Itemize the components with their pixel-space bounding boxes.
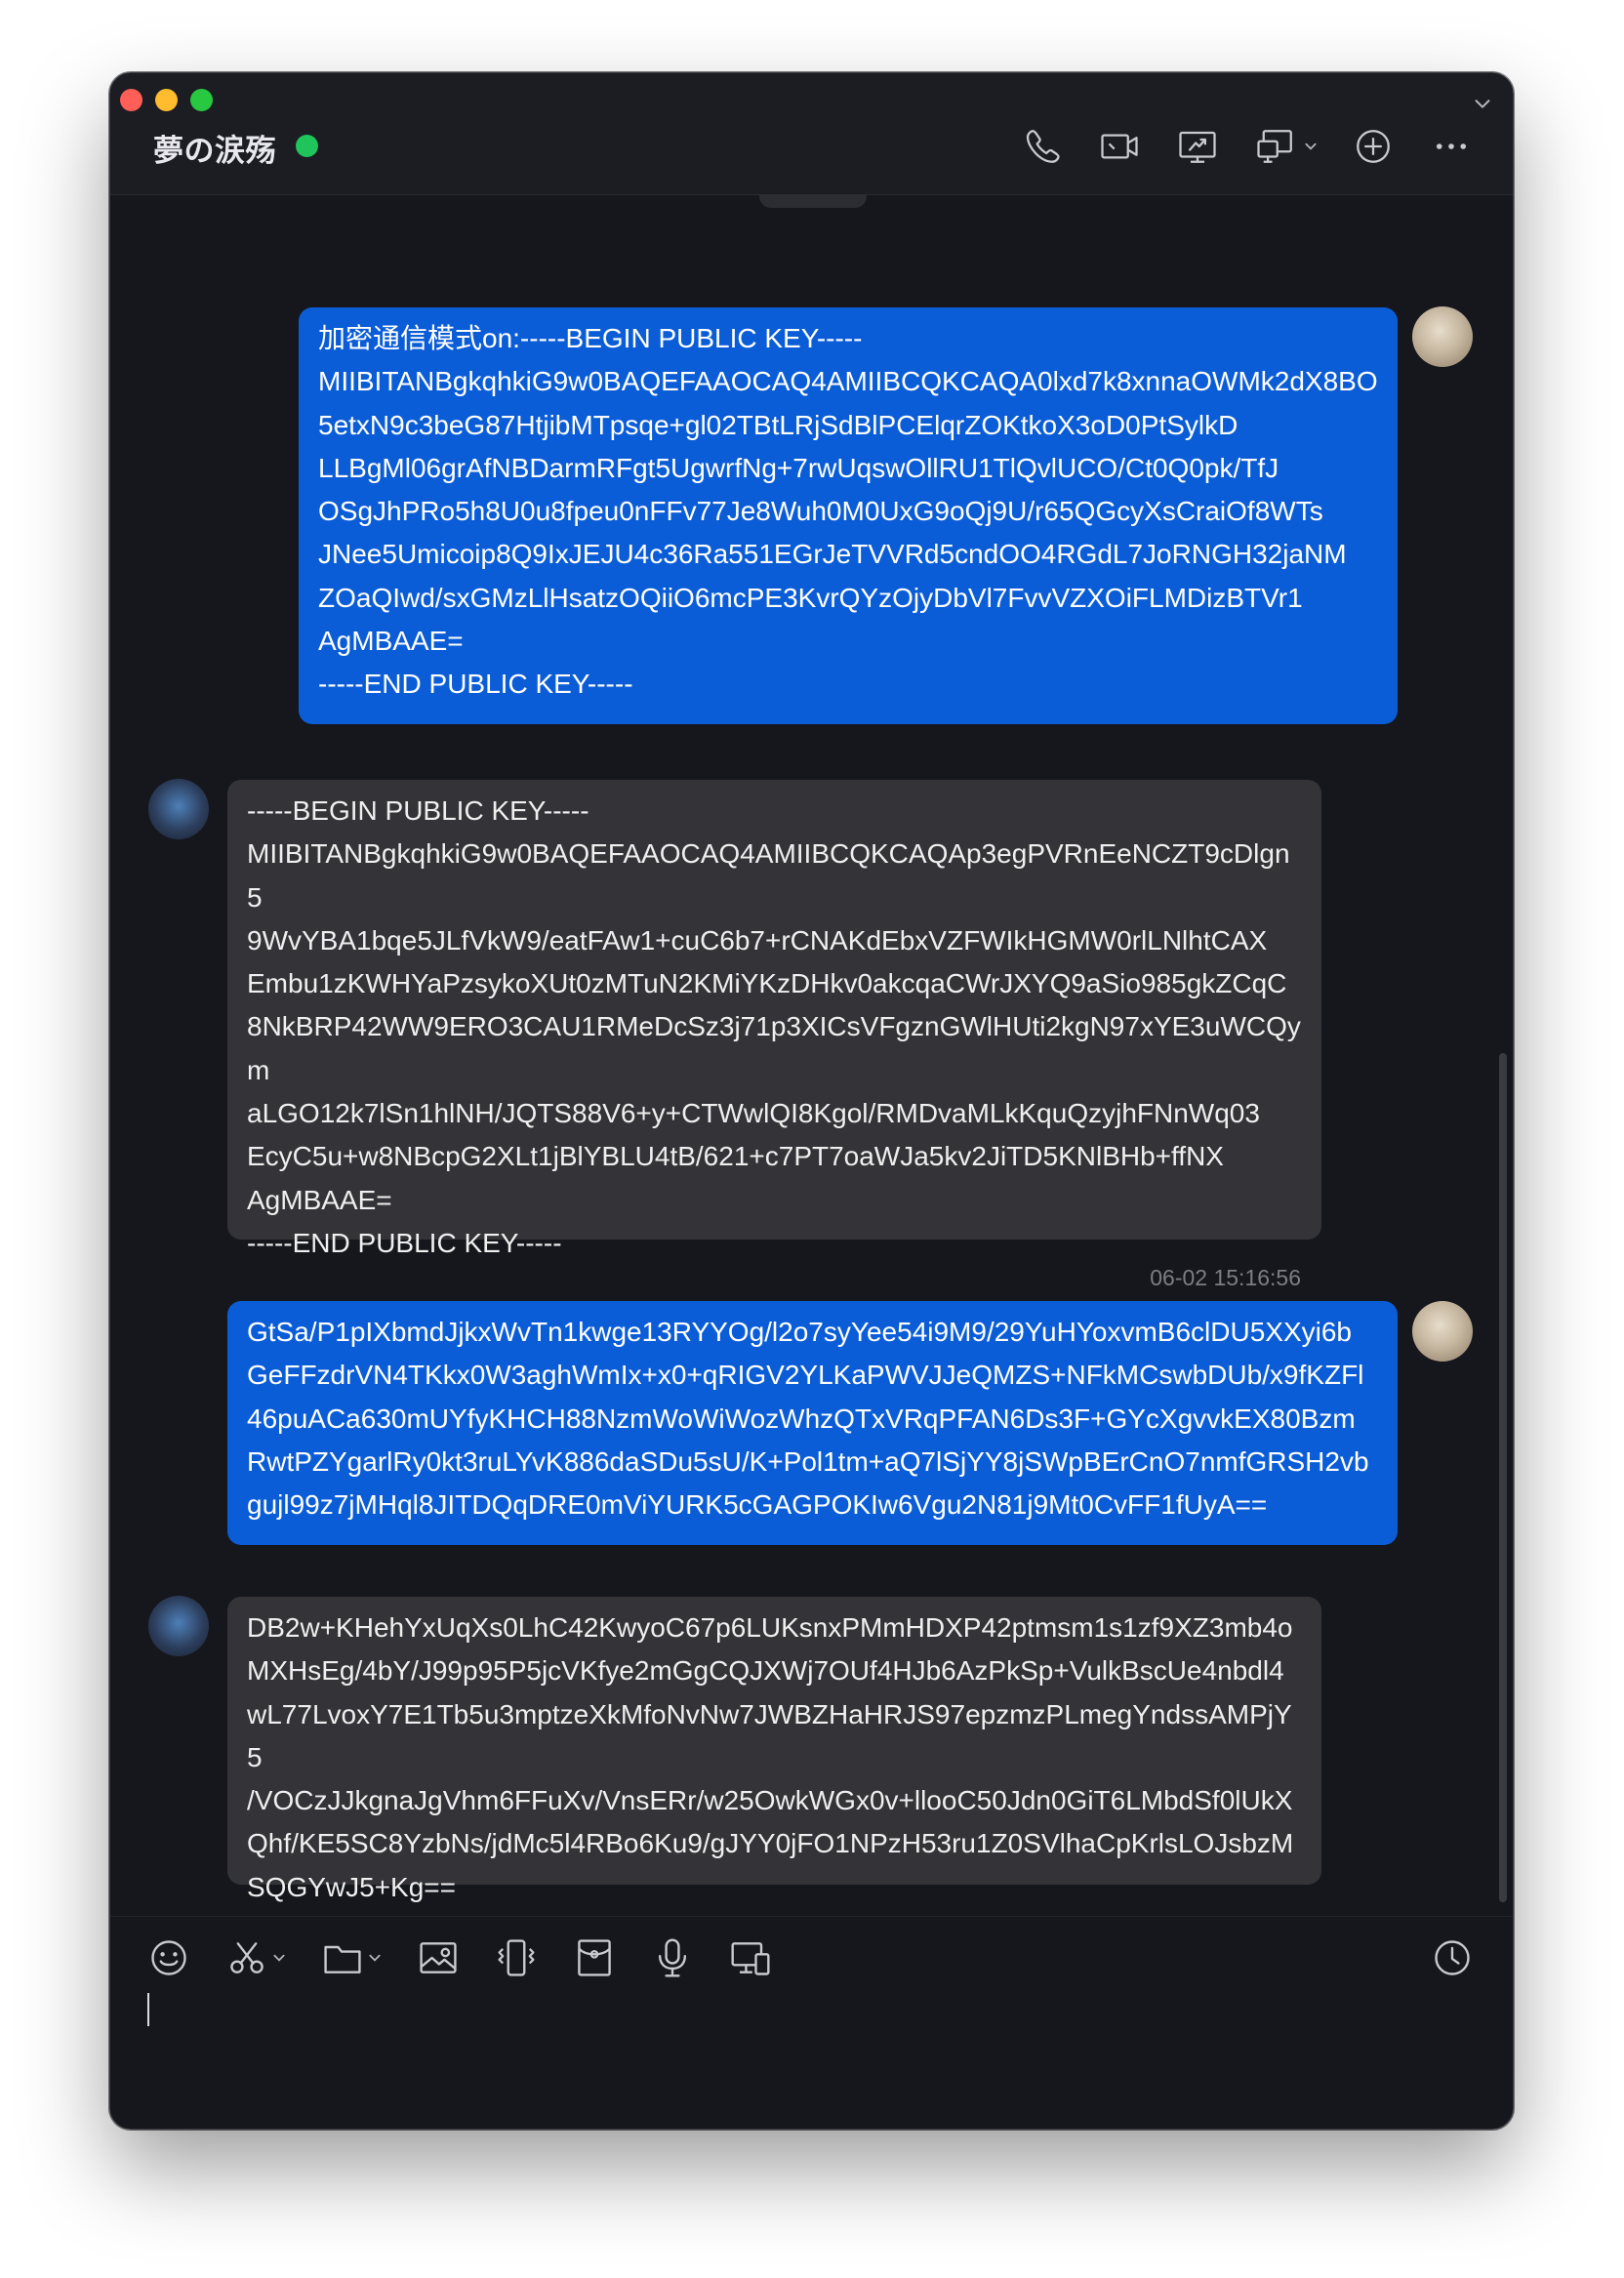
chat-toolbar xyxy=(1019,124,1474,169)
more-options-button[interactable] xyxy=(1429,124,1474,169)
clock-icon xyxy=(1435,1940,1470,1975)
remote-assist-button[interactable] xyxy=(1253,124,1298,169)
earlier-message-stub xyxy=(759,194,867,208)
red-packet-icon xyxy=(578,1939,611,1976)
avatar[interactable] xyxy=(148,1596,209,1656)
contact-name: 夢の涙殇 xyxy=(153,134,276,168)
scrollbar[interactable] xyxy=(1499,1053,1507,1902)
message-bubble-outgoing[interactable]: GtSa/P1pIXbmdJjkxWvTn1kwge13RYYOg/l2o7sy… xyxy=(227,1301,1398,1545)
text-cursor[interactable] xyxy=(147,1993,149,2026)
chevron-down-icon[interactable] xyxy=(1304,140,1318,153)
emoji-button[interactable] xyxy=(147,1936,190,1979)
folder-icon xyxy=(324,1945,361,1973)
message-bubble-outgoing[interactable]: 加密通信模式on:-----BEGIN PUBLIC KEY----- MIIB… xyxy=(299,307,1398,724)
phone-icon xyxy=(1026,130,1060,163)
message-input-area[interactable] xyxy=(110,1916,1513,2129)
image-icon xyxy=(420,1942,457,1973)
minimize-window-button[interactable] xyxy=(155,89,178,111)
screenshot-button[interactable] xyxy=(225,1936,286,1979)
red-packet-button[interactable] xyxy=(573,1936,616,1979)
maximize-window-button[interactable] xyxy=(190,89,213,111)
vibrate-icon xyxy=(498,1939,535,1976)
screen-share-icon xyxy=(731,1942,770,1975)
add-member-button[interactable] xyxy=(1351,124,1396,169)
message-bubble-incoming[interactable]: DB2w+KHehYxUqXs0LhC42KwyoC67p6LUKsnxPMmH… xyxy=(227,1597,1321,1902)
add-member-icon xyxy=(1357,130,1390,163)
online-status-icon xyxy=(296,135,318,157)
screen-share-icon xyxy=(1179,131,1216,163)
screen-share-button[interactable] xyxy=(1175,124,1220,169)
video-call-icon xyxy=(1101,134,1138,159)
send-image-button[interactable] xyxy=(417,1936,460,1979)
phone-call-button[interactable] xyxy=(1019,124,1064,169)
chevron-down-icon[interactable] xyxy=(1472,93,1493,114)
chevron-down-icon[interactable] xyxy=(272,1951,286,1965)
message-timestamp: 06-02 15:16:56 xyxy=(1150,1265,1301,1290)
shake-button[interactable] xyxy=(495,1936,538,1979)
chat-window: 夢の涙殇 加密通信模式on:-----BEGIN PUBLIC KEY-----… xyxy=(109,72,1514,2130)
avatar[interactable] xyxy=(148,779,209,839)
input-toolbar xyxy=(147,1936,772,1979)
message-bubble-incoming[interactable]: -----BEGIN PUBLIC KEY----- MIIBITANBgkqh… xyxy=(227,780,1321,1258)
remote-assist-icon xyxy=(1257,130,1292,163)
window-controls xyxy=(120,89,213,111)
title-bar: 夢の涙殇 xyxy=(110,73,1513,195)
message-list[interactable]: 加密通信模式on:-----BEGIN PUBLIC KEY----- MIIB… xyxy=(110,194,1513,1916)
avatar[interactable] xyxy=(1412,1301,1473,1362)
share-screen-button[interactable] xyxy=(729,1936,772,1979)
avatar[interactable] xyxy=(1412,306,1473,367)
more-icon xyxy=(1436,143,1467,149)
emoji-icon xyxy=(151,1940,186,1975)
message-history-button[interactable] xyxy=(1431,1936,1474,1984)
voice-message-button[interactable] xyxy=(651,1936,694,1979)
scissors-icon xyxy=(230,1942,264,1973)
video-call-button[interactable] xyxy=(1097,124,1142,169)
send-file-button[interactable] xyxy=(321,1936,382,1979)
close-window-button[interactable] xyxy=(120,89,142,111)
microphone-icon xyxy=(658,1938,687,1977)
chevron-down-icon[interactable] xyxy=(368,1951,382,1965)
